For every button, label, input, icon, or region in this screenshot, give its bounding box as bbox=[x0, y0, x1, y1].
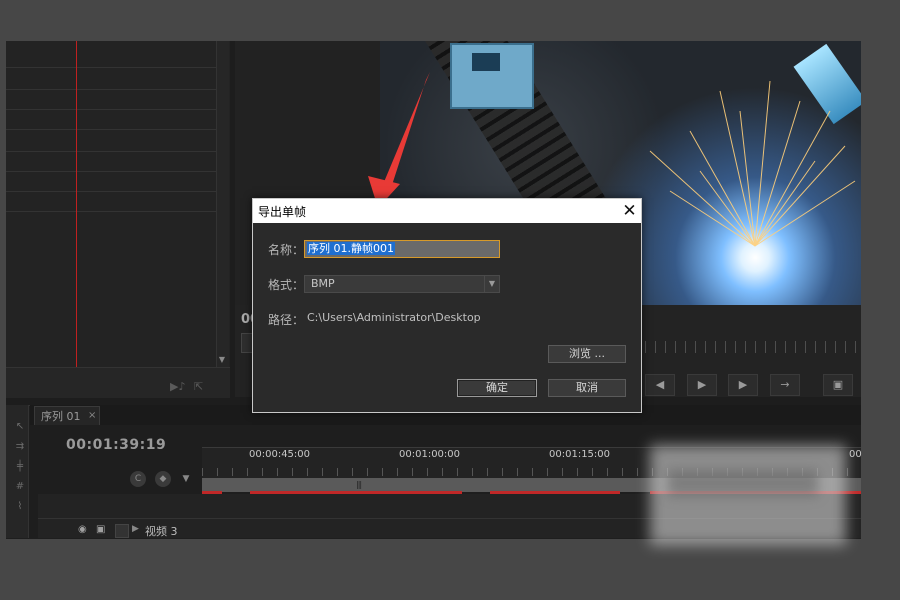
play-icon[interactable]: ▶ bbox=[687, 374, 717, 396]
welding-sparks bbox=[649, 80, 856, 247]
name-input[interactable]: 序列 01.静帧001 bbox=[304, 240, 500, 258]
ripple-edit-tool-icon[interactable]: ╪ bbox=[14, 461, 26, 473]
insert-icon[interactable]: → bbox=[770, 374, 800, 396]
ruler-label: 00:01:15:00 bbox=[549, 449, 611, 460]
ok-button[interactable]: 确定 bbox=[457, 379, 537, 397]
blurred-watermark-text bbox=[668, 470, 818, 496]
close-icon[interactable]: ✕ bbox=[618, 199, 641, 223]
tab-close-icon[interactable]: × bbox=[88, 406, 96, 425]
export-icon[interactable]: ⇱ bbox=[194, 380, 203, 393]
camera-icon[interactable]: ▣ bbox=[96, 524, 105, 535]
panel-row-divider bbox=[6, 191, 216, 192]
panel-row-divider bbox=[6, 109, 216, 110]
selection-tool-icon[interactable]: ↖ bbox=[14, 421, 26, 433]
panel-row-divider bbox=[6, 89, 216, 90]
red-arrow-annotation bbox=[368, 72, 430, 208]
format-select[interactable]: BMP bbox=[304, 275, 500, 293]
panel-row-divider bbox=[6, 129, 216, 130]
scroll-down-icon[interactable]: ▼ bbox=[217, 355, 227, 365]
track-select-tool-icon[interactable]: ⇉ bbox=[14, 441, 26, 453]
ruler-label: 00 bbox=[849, 449, 862, 460]
marker-icon[interactable]: ◆ bbox=[155, 471, 171, 487]
ruler-label: 00:01:00:00 bbox=[399, 449, 461, 460]
panel-row-divider bbox=[6, 151, 216, 152]
step-forward-icon[interactable]: ▶ bbox=[728, 374, 758, 396]
export-frame-icon[interactable]: ▣ bbox=[823, 374, 853, 396]
path-value: C:\Users\Administrator\Desktop bbox=[307, 311, 481, 324]
chevron-down-icon[interactable]: ▼ bbox=[484, 276, 499, 292]
machine-display bbox=[472, 53, 500, 71]
snap-icon[interactable]: C bbox=[130, 471, 146, 487]
browse-button[interactable]: 浏览 ... bbox=[548, 345, 626, 363]
audio-icon[interactable]: ▶♪ bbox=[170, 380, 185, 393]
monitor-ruler[interactable] bbox=[645, 341, 857, 353]
track-name: 视频 3 bbox=[145, 525, 178, 538]
panel-row-divider bbox=[6, 211, 216, 212]
format-label: 格式： bbox=[268, 278, 305, 292]
timeline-timecode[interactable]: 00:01:39:19 bbox=[66, 437, 166, 453]
tools-panel: ↖ ⇉ ╪ # ⌇ bbox=[6, 405, 29, 538]
step-back-icon[interactable]: ◀ bbox=[645, 374, 675, 396]
name-label: 名称： bbox=[268, 243, 305, 257]
link-icon[interactable]: ▼ bbox=[178, 471, 194, 487]
name-input-value[interactable]: 序列 01.静帧001 bbox=[307, 242, 395, 255]
lock-icon[interactable] bbox=[115, 524, 129, 538]
ruler-label: 00:00:45:00 bbox=[249, 449, 311, 460]
path-label: 路径： bbox=[268, 313, 305, 327]
panel-row-divider bbox=[6, 67, 216, 68]
rolling-edit-tool-icon[interactable]: # bbox=[14, 481, 26, 493]
cancel-button[interactable]: 取消 bbox=[548, 379, 626, 397]
playhead-line[interactable] bbox=[76, 41, 77, 367]
work-area-grip-icon[interactable]: ||| bbox=[356, 480, 362, 489]
eye-icon[interactable]: ◉ bbox=[78, 524, 87, 535]
expand-track-icon[interactable]: ▶ bbox=[132, 524, 139, 534]
dialog-titlebar[interactable] bbox=[253, 199, 641, 223]
panel-scrollbar[interactable] bbox=[216, 41, 229, 367]
panel-row-divider bbox=[6, 171, 216, 172]
razor-tool-icon[interactable]: ⌇ bbox=[14, 501, 26, 513]
effect-controls-panel bbox=[6, 41, 230, 397]
dialog-title: 导出单帧 bbox=[258, 205, 307, 219]
